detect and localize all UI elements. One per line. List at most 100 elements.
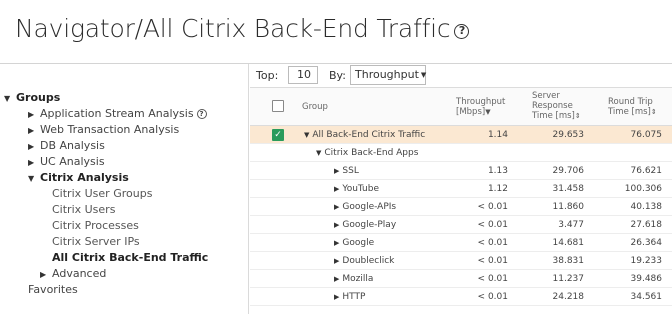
table-row[interactable]: ▶ Google-Play < 0.01 3.477 27.618	[250, 216, 672, 234]
sort-by-select[interactable]: Throughput ▼	[350, 65, 426, 85]
sidebar-item-citrix-processes[interactable]: Citrix Processes	[52, 218, 139, 234]
triangle-right-icon[interactable]: ▶	[334, 293, 339, 301]
row-checkbox[interactable]: ✓	[272, 129, 284, 141]
triangle-right-icon[interactable]: ▶	[40, 267, 52, 283]
server-response-cell: 14.681	[552, 238, 585, 248]
sidebar-item-label: Citrix Processes	[52, 219, 139, 232]
sidebar-item-label: Web Transaction Analysis	[40, 123, 180, 136]
group-cell: ▶ Google-Play	[334, 216, 396, 234]
server-response-cell: 11.237	[552, 274, 585, 284]
triangle-right-icon[interactable]: ▶	[28, 123, 40, 139]
table-row[interactable]: ✓ ▼ All Back-End Citrix Traffic 1.14 29.6…	[250, 126, 672, 144]
help-icon[interactable]: ?	[196, 109, 207, 119]
chevron-down-icon: ▼	[420, 71, 427, 79]
sort-icon: ⇕	[574, 112, 581, 120]
triangle-down-icon[interactable]: ▼	[304, 131, 309, 139]
triangle-right-icon[interactable]: ▶	[334, 275, 339, 283]
server-response-cell: 24.218	[552, 292, 585, 302]
triangle-down-icon[interactable]: ▼	[28, 171, 40, 187]
group-cell: ▶ Google-APIs	[334, 198, 396, 216]
select-all-checkbox[interactable]	[272, 100, 284, 112]
column-header-throughput[interactable]: Throughput [Mbps]▼	[456, 97, 505, 117]
table-row[interactable]: ▶ Google < 0.01 14.681 26.364	[250, 234, 672, 252]
server-response-cell: 29.706	[552, 166, 585, 176]
sidebar-item-favorites[interactable]: Favorites	[28, 282, 78, 298]
triangle-right-icon[interactable]: ▶	[334, 221, 339, 229]
group-name: Citrix Back-End Apps	[324, 148, 419, 158]
round-trip-cell: 39.486	[630, 274, 663, 284]
group-name: SSL	[342, 166, 359, 176]
sidebar-item-citrix-server-ips[interactable]: Citrix Server IPs	[52, 234, 140, 250]
column-header-line: Throughput	[456, 97, 506, 107]
server-response-cell: 38.831	[552, 256, 585, 266]
round-trip-cell: 34.561	[630, 292, 663, 302]
server-response-cell: 29.653	[552, 130, 585, 140]
column-header-line: Server	[532, 91, 560, 101]
column-header-line: Time [ms]⇕	[608, 107, 657, 117]
table-row[interactable]: ▶ Doubleclick < 0.01 38.831 19.233	[250, 252, 672, 270]
round-trip-cell: 76.621	[630, 166, 663, 176]
triangle-right-icon[interactable]: ▶	[334, 167, 339, 175]
sidebar-item-label: DB Analysis	[40, 139, 105, 152]
throughput-cell: < 0.01	[477, 292, 508, 302]
triangle-down-icon[interactable]: ▼	[4, 91, 16, 107]
triangle-right-icon[interactable]: ▶	[334, 257, 339, 265]
sidebar-item-citrix-analysis[interactable]: ▼ Citrix Analysis	[28, 170, 129, 186]
triangle-right-icon[interactable]: ▶	[334, 203, 339, 211]
round-trip-cell: 27.618	[630, 220, 663, 230]
table-row[interactable]: ▶ YouTube 1.12 31.458 100.306	[250, 180, 672, 198]
group-cell: ▶ YouTube	[334, 180, 379, 198]
throughput-cell: < 0.01	[477, 274, 508, 284]
column-header-line: Round Trip	[608, 97, 653, 107]
column-header-unit: Time [ms]	[608, 107, 651, 117]
page-title: Navigator/All Citrix Back-End Traffic?	[15, 14, 470, 43]
triangle-right-icon[interactable]: ▶	[28, 107, 40, 123]
top-count-input[interactable]: 10	[288, 66, 318, 84]
table-row[interactable]: ▼ Citrix Back-End Apps	[250, 144, 672, 162]
sidebar-item-label: Citrix Server IPs	[52, 235, 140, 248]
column-header-group[interactable]: Group	[302, 102, 328, 112]
round-trip-cell: 100.306	[624, 184, 662, 194]
table-row[interactable]: ▶ Google-APIs < 0.01 11.860 40.138	[250, 198, 672, 216]
help-icon[interactable]: ?	[454, 24, 470, 39]
triangle-down-icon[interactable]: ▼	[316, 149, 321, 157]
group-name: Google	[342, 238, 375, 248]
table-row[interactable]: ▶ HTTP < 0.01 24.218 34.561	[250, 288, 672, 306]
sidebar-item-all-citrix-back-end-traffic[interactable]: All Citrix Back-End Traffic	[52, 250, 208, 266]
sidebar-item-citrix-users[interactable]: Citrix Users	[52, 202, 115, 218]
column-header-round-trip-time[interactable]: Round Trip Time [ms]⇕	[608, 97, 657, 117]
group-name: Google-APIs	[342, 202, 397, 212]
group-cell: ▶ SSL	[334, 162, 359, 180]
title-bar: Navigator/All Citrix Back-End Traffic?	[0, 0, 672, 64]
top-label: Top:	[256, 69, 279, 82]
server-response-cell: 31.458	[552, 184, 585, 194]
sidebar-item-web-transaction-analysis[interactable]: ▶ Web Transaction Analysis	[28, 122, 179, 138]
group-cell: ▶ Doubleclick	[334, 252, 394, 270]
triangle-right-icon[interactable]: ▶	[334, 239, 339, 247]
triangle-right-icon[interactable]: ▶	[334, 185, 339, 193]
table-row[interactable]: ▶ Mozilla < 0.01 11.237 39.486	[250, 270, 672, 288]
group-name: Mozilla	[342, 274, 374, 284]
sort-icon: ⇕	[650, 108, 657, 116]
sidebar-item-db-analysis[interactable]: ▶ DB Analysis	[28, 138, 105, 154]
sidebar-item-advanced[interactable]: ▶ Advanced	[40, 266, 106, 282]
triangle-right-icon[interactable]: ▶	[28, 155, 40, 171]
sort-by-value: Throughput	[355, 68, 419, 81]
server-response-cell: 11.860	[552, 202, 585, 212]
throughput-cell: < 0.01	[477, 238, 508, 248]
table-row[interactable]: ▶ SSL 1.13 29.706 76.621	[250, 162, 672, 180]
sidebar-item-citrix-user-groups[interactable]: Citrix User Groups	[52, 186, 152, 202]
sidebar-item-application-stream-analysis[interactable]: ▶ Application Stream Analysis?	[28, 106, 207, 122]
column-header-server-response-time[interactable]: Server Response Time [ms]⇕	[532, 91, 581, 121]
throughput-cell: < 0.01	[477, 256, 508, 266]
sidebar-item-uc-analysis[interactable]: ▶ UC Analysis	[28, 154, 105, 170]
round-trip-cell: 40.138	[630, 202, 663, 212]
table-header: Group Throughput [Mbps]▼ Server Response…	[250, 88, 672, 126]
triangle-right-icon[interactable]: ▶	[28, 139, 40, 155]
table-toolbar: Top: 10 By: Throughput ▼	[250, 64, 672, 87]
group-name: All Back-End Citrix Traffic	[312, 130, 426, 140]
group-cell: ▶ Google	[334, 234, 374, 252]
throughput-cell: 1.13	[487, 166, 508, 176]
sidebar-item-groups[interactable]: ▼ Groups	[4, 90, 60, 106]
throughput-cell: < 0.01	[477, 220, 508, 230]
